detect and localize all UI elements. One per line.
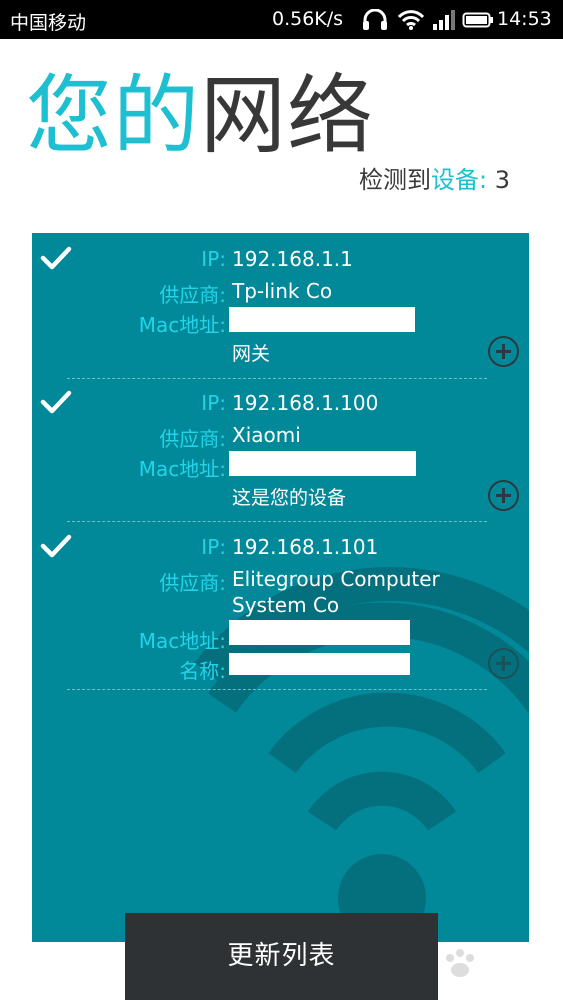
ip-label: IP: <box>201 535 226 559</box>
mac-label: Mac地址: <box>138 457 226 481</box>
wifi-status-icon <box>397 10 425 30</box>
name-label: 名称: <box>179 659 226 683</box>
divider <box>67 521 487 522</box>
vendor-label: 供应商: <box>159 571 226 595</box>
check-icon[interactable] <box>40 245 72 271</box>
add-icon[interactable] <box>488 336 519 367</box>
battery-icon <box>462 12 493 28</box>
status-bar: 中国移动 0.56K/s 14:53 <box>0 0 563 39</box>
ip-value: 192.168.1.1 <box>232 247 353 271</box>
page-title-main: 网络 <box>200 66 374 166</box>
add-icon[interactable] <box>488 648 519 679</box>
ip-value: 192.168.1.101 <box>232 535 379 559</box>
divider <box>67 689 487 690</box>
divider <box>67 378 487 379</box>
name-value-redacted <box>229 653 410 675</box>
vendor-value-line1: Elitegroup Computer <box>232 567 440 591</box>
device-list-panel[interactable]: IP: 192.168.1.1 供应商: Tp-link Co Mac地址: 网… <box>32 233 529 942</box>
ip-label: IP: <box>201 247 226 271</box>
page-title-accent: 您的 <box>26 66 200 166</box>
detected-devices-label: 设备: <box>430 166 488 194</box>
mac-value-redacted <box>229 307 415 332</box>
ip-label: IP: <box>201 391 226 415</box>
vendor-value: Xiaomi <box>232 423 301 447</box>
mac-label: Mac地址: <box>138 629 226 653</box>
carrier-name: 中国移动 <box>10 12 87 34</box>
vendor-label: 供应商: <box>159 283 226 307</box>
check-icon[interactable] <box>40 389 72 415</box>
refresh-list-button[interactable]: 更新列表 <box>125 913 438 1000</box>
check-icon[interactable] <box>40 533 72 559</box>
detected-prefix: 检测到 <box>358 166 431 194</box>
mac-value-redacted <box>229 620 410 645</box>
detected-devices-summary: 检测到设备: 3 <box>359 160 510 195</box>
headphones-icon <box>363 9 387 30</box>
mac-label: Mac地址: <box>138 313 226 337</box>
network-speed: 0.56K/s <box>272 8 344 30</box>
vendor-value-line2: System Co <box>232 593 340 617</box>
device-note: 这是您的设备 <box>232 487 347 509</box>
vendor-label: 供应商: <box>159 427 226 451</box>
device-note: 网关 <box>232 343 271 365</box>
page-title: 您的网络 <box>26 66 374 166</box>
add-icon[interactable] <box>488 480 519 511</box>
mac-value-redacted <box>229 451 416 476</box>
watermark-paw-icon <box>446 949 474 977</box>
ip-value: 192.168.1.100 <box>232 391 379 415</box>
clock: 14:53 <box>497 8 552 30</box>
detected-devices-count: 3 <box>494 166 510 194</box>
vendor-value: Tp-link Co <box>232 279 333 303</box>
signal-strength-icon <box>433 10 455 30</box>
